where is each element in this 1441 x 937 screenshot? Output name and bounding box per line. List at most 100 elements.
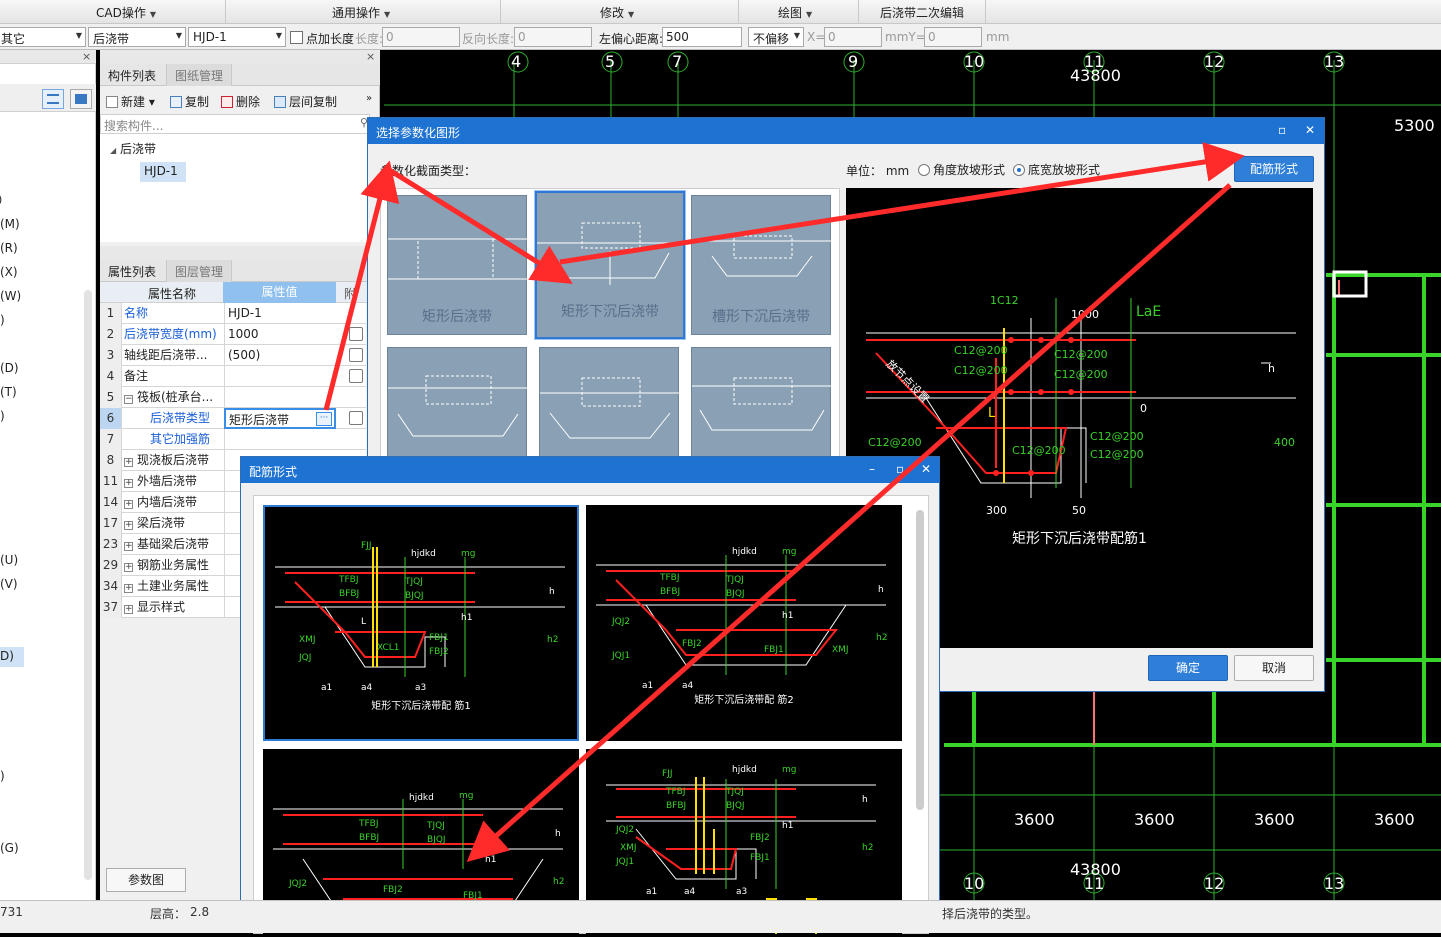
add-checkbox[interactable] (349, 369, 363, 383)
menu-modify[interactable]: 修改 ▼ (600, 4, 634, 21)
radio-angle-slope[interactable]: 角度放坡形式 (918, 161, 1005, 178)
nav-item[interactable]: (W) (0, 289, 21, 303)
reverse-length-input[interactable]: 0 (514, 27, 592, 47)
add-checkbox[interactable] (349, 348, 363, 362)
search-component-input[interactable]: 搜索构件... (100, 114, 370, 134)
thumb-shape-5[interactable] (539, 347, 680, 467)
close-icon[interactable]: × (82, 50, 91, 63)
expand-icon[interactable]: + (124, 563, 133, 572)
nav-item-selected[interactable]: D) (0, 647, 24, 667)
tab-component-list[interactable]: 构件列表 (100, 64, 164, 86)
thumb-rect-post-pour[interactable]: 矩形后浇带 (387, 195, 528, 335)
menu-general-ops[interactable]: 通用操作 ▼ (332, 4, 390, 21)
nav-item[interactable]: ) (0, 769, 5, 783)
close-icon[interactable]: ✕ (921, 462, 931, 476)
list-scrollbar[interactable] (916, 510, 924, 810)
expand-icon[interactable]: + (124, 521, 133, 530)
property-value[interactable] (224, 387, 336, 408)
chevron-down-icon: ▼ (275, 31, 282, 40)
x-input[interactable]: 0 (824, 27, 882, 47)
property-value[interactable]: 矩形后浇带 ··· (224, 408, 336, 429)
property-row[interactable]: 3 轴线距后浇带... (500) (100, 345, 366, 366)
nav-item[interactable]: (D) (0, 361, 19, 375)
add-length-checkbox[interactable] (290, 31, 303, 44)
nav-item[interactable]: (X) (0, 265, 18, 279)
rebar-tag: FJJ (662, 769, 673, 779)
radio-width-slope[interactable]: 底宽放坡形式 (1013, 161, 1100, 178)
rebar-form-item-2[interactable]: hjdkd mg TFBJ BFBJ TJQJ BJQJ h h1 h2 JQJ… (586, 505, 902, 741)
close-icon[interactable]: × (366, 50, 375, 63)
property-row[interactable]: 2 后浇带宽度(mm) 1000 (100, 324, 366, 345)
copy-button[interactable]: 复制 (170, 93, 209, 110)
length-input[interactable]: 0 (382, 27, 460, 47)
floor-copy-button[interactable]: 层间复制 (274, 93, 337, 110)
nav-item[interactable]: ) (0, 313, 5, 327)
expand-icon[interactable]: + (124, 605, 133, 614)
nav-item[interactable]: (U) (0, 553, 18, 567)
property-row[interactable]: 7 其它加强筋 (100, 429, 366, 450)
axis-label: 12 (1204, 874, 1225, 893)
property-row[interactable]: 1 名称 HJD-1 (100, 303, 366, 324)
nav-item[interactable]: (M) (0, 217, 20, 231)
nav-item[interactable]: (V) (0, 577, 18, 591)
expand-icon[interactable]: + (124, 458, 133, 467)
thumb-rect-sunken-post-pour[interactable]: 矩形下沉后浇带 (534, 190, 686, 340)
ok-button[interactable]: 确定 (1148, 655, 1228, 681)
thumb-shape-6[interactable] (691, 347, 832, 467)
tree-item-post-pour[interactable]: ◢ 后浇带 (110, 140, 156, 157)
ellipsis-button[interactable]: ··· (316, 412, 332, 426)
expand-icon[interactable]: + (124, 542, 133, 551)
type-combo[interactable]: 后浇带 ▼ (88, 27, 186, 47)
new-button[interactable]: 新建 ▾ (106, 93, 155, 110)
delete-button[interactable]: 删除 (221, 93, 260, 110)
param-drawing-button[interactable]: 参数图 (106, 868, 186, 892)
tab-layer-manage[interactable]: 图层管理 (166, 260, 233, 282)
property-value[interactable]: HJD-1 (224, 303, 336, 324)
maximize-icon[interactable]: ▫ (896, 462, 904, 476)
collapse-icon[interactable]: − (124, 395, 133, 404)
tree-item-hjd1[interactable]: HJD-1 (140, 162, 186, 182)
category-combo[interactable]: 其它 ▼ (0, 27, 86, 47)
property-row[interactable]: 6 后浇带类型 矩形后浇带 ··· (100, 408, 366, 429)
tab-property-list[interactable]: 属性列表 (100, 260, 164, 282)
minimize-icon[interactable]: – (869, 462, 875, 476)
nav-scrollbar[interactable] (84, 290, 92, 880)
close-icon[interactable]: ✕ (1305, 123, 1315, 137)
nav-item[interactable]: ) (0, 409, 5, 423)
expand-icon[interactable]: + (124, 584, 133, 593)
property-value[interactable]: (500) (224, 345, 336, 366)
menu-post-pour-edit[interactable]: 后浇带二次编辑 (880, 4, 964, 21)
menu-cad-ops[interactable]: CAD操作 ▼ (96, 4, 156, 21)
rebar-label: 1C12 (990, 294, 1019, 307)
rebar-form-button[interactable]: 配筋形式 (1234, 156, 1314, 182)
dim-label: 400 (1274, 436, 1295, 449)
add-checkbox[interactable] (349, 327, 363, 341)
nav-item[interactable]: ) (0, 193, 2, 206)
offset-mode-combo[interactable]: 不偏移 ▼ (748, 27, 804, 47)
y-input[interactable]: 0 (924, 27, 982, 47)
expand-icon[interactable]: + (124, 500, 133, 509)
nav-item[interactable]: (R) (0, 241, 18, 255)
more-icon[interactable]: » (366, 93, 372, 104)
property-value[interactable] (224, 429, 336, 450)
add-checkbox[interactable] (349, 411, 363, 425)
expand-icon[interactable]: + (124, 479, 133, 488)
rebar-tag: a1 (642, 681, 654, 691)
menu-draw[interactable]: 绘图 ▼ (778, 4, 812, 21)
property-row[interactable]: 4 备注 (100, 366, 366, 387)
property-value[interactable] (224, 366, 336, 387)
rebar-form-item-1[interactable]: FJJ hjdkd mg TFBJ BFBJ TJQJ BJQJ h h1 h2… (263, 505, 579, 741)
tab-drawing-manage[interactable]: 图纸管理 (166, 64, 233, 86)
nav-item[interactable]: (T) (0, 385, 17, 399)
thumb-shape-4[interactable] (387, 347, 528, 467)
component-combo[interactable]: HJD-1 ▼ (188, 27, 286, 47)
left-offset-input[interactable]: 500 (662, 27, 742, 47)
cancel-button[interactable]: 取消 (1234, 655, 1314, 681)
grid-view-icon[interactable] (70, 89, 92, 109)
thumb-trough-sunken-post-pour[interactable]: 槽形下沉后浇带 (691, 195, 832, 335)
property-row[interactable]: 5− 筏板(桩承台... (100, 387, 366, 408)
list-view-icon[interactable] (42, 89, 64, 109)
property-value[interactable]: 1000 (224, 324, 336, 345)
maximize-icon[interactable]: ▫ (1278, 123, 1286, 137)
nav-item[interactable]: (G) (0, 841, 19, 855)
